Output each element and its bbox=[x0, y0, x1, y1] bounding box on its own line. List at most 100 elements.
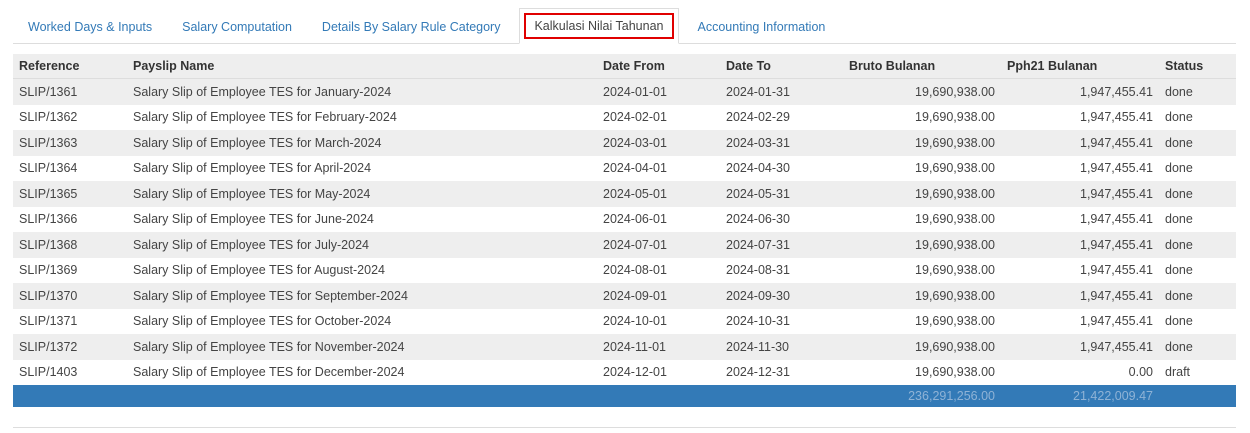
table-row[interactable]: SLIP/1368 Salary Slip of Employee TES for… bbox=[13, 232, 1236, 258]
cell-date-to: 2024-06-30 bbox=[720, 206, 843, 232]
total-pph21-bulanan: 21,422,009.47 bbox=[1001, 385, 1159, 407]
cell-date-to: 2024-03-31 bbox=[720, 130, 843, 156]
cell-pph21-bulanan: 1,947,455.41 bbox=[1001, 104, 1159, 130]
cell-date-to: 2024-12-31 bbox=[720, 359, 843, 385]
column-header-reference[interactable]: Reference bbox=[13, 54, 127, 79]
cell-payslip-name: Salary Slip of Employee TES for August-2… bbox=[127, 257, 597, 283]
totals-empty-cell bbox=[1159, 385, 1236, 407]
cell-bruto-bulanan: 19,690,938.00 bbox=[843, 283, 1001, 309]
tab-worked-days-inputs[interactable]: Worked Days & Inputs bbox=[13, 11, 167, 43]
cell-bruto-bulanan: 19,690,938.00 bbox=[843, 181, 1001, 207]
cell-status: done bbox=[1159, 181, 1236, 207]
cell-date-to: 2024-02-29 bbox=[720, 104, 843, 130]
cell-date-to: 2024-05-31 bbox=[720, 181, 843, 207]
cell-status: draft bbox=[1159, 359, 1236, 385]
cell-bruto-bulanan: 19,690,938.00 bbox=[843, 206, 1001, 232]
table-row[interactable]: SLIP/1370 Salary Slip of Employee TES for… bbox=[13, 283, 1236, 309]
cell-reference: SLIP/1366 bbox=[13, 206, 127, 232]
cell-date-from: 2024-06-01 bbox=[597, 206, 720, 232]
cell-pph21-bulanan: 1,947,455.41 bbox=[1001, 232, 1159, 258]
cell-status: done bbox=[1159, 283, 1236, 309]
cell-bruto-bulanan: 19,690,938.00 bbox=[843, 78, 1001, 105]
tab-details-by-salary-rule-category[interactable]: Details By Salary Rule Category bbox=[307, 11, 516, 43]
column-header-pph21-bulanan[interactable]: Pph21 Bulanan bbox=[1001, 54, 1159, 79]
cell-payslip-name: Salary Slip of Employee TES for May-2024 bbox=[127, 181, 597, 207]
cell-status: done bbox=[1159, 257, 1236, 283]
table-row[interactable]: SLIP/1362 Salary Slip of Employee TES for… bbox=[13, 104, 1236, 130]
cell-date-from: 2024-08-01 bbox=[597, 257, 720, 283]
table-row[interactable]: SLIP/1403 Salary Slip of Employee TES for… bbox=[13, 359, 1236, 385]
cell-date-to: 2024-08-31 bbox=[720, 257, 843, 283]
cell-pph21-bulanan: 1,947,455.41 bbox=[1001, 78, 1159, 105]
cell-bruto-bulanan: 19,690,938.00 bbox=[843, 104, 1001, 130]
cell-pph21-bulanan: 1,947,455.41 bbox=[1001, 155, 1159, 181]
cell-payslip-name: Salary Slip of Employee TES for July-202… bbox=[127, 232, 597, 258]
cell-reference: SLIP/1362 bbox=[13, 104, 127, 130]
table-row[interactable]: SLIP/1365 Salary Slip of Employee TES for… bbox=[13, 181, 1236, 207]
cell-status: done bbox=[1159, 206, 1236, 232]
tab-accounting-information[interactable]: Accounting Information bbox=[683, 11, 841, 43]
cell-date-to: 2024-09-30 bbox=[720, 283, 843, 309]
tab-salary-computation[interactable]: Salary Computation bbox=[167, 11, 307, 43]
cell-bruto-bulanan: 19,690,938.00 bbox=[843, 308, 1001, 334]
cell-reference: SLIP/1363 bbox=[13, 130, 127, 156]
cell-date-from: 2024-04-01 bbox=[597, 155, 720, 181]
cell-reference: SLIP/1365 bbox=[13, 181, 127, 207]
cell-payslip-name: Salary Slip of Employee TES for April-20… bbox=[127, 155, 597, 181]
cell-date-from: 2024-07-01 bbox=[597, 232, 720, 258]
cell-date-from: 2024-11-01 bbox=[597, 334, 720, 360]
cell-bruto-bulanan: 19,690,938.00 bbox=[843, 334, 1001, 360]
cell-pph21-bulanan: 1,947,455.41 bbox=[1001, 283, 1159, 309]
cell-reference: SLIP/1361 bbox=[13, 78, 127, 105]
cell-date-to: 2024-11-30 bbox=[720, 334, 843, 360]
table-body: SLIP/1361 Salary Slip of Employee TES for… bbox=[13, 78, 1236, 385]
cell-bruto-bulanan: 19,690,938.00 bbox=[843, 130, 1001, 156]
cell-status: done bbox=[1159, 78, 1236, 105]
cell-date-from: 2024-03-01 bbox=[597, 130, 720, 156]
cell-date-from: 2024-12-01 bbox=[597, 359, 720, 385]
column-header-date-to[interactable]: Date To bbox=[720, 54, 843, 79]
cell-date-to: 2024-04-30 bbox=[720, 155, 843, 181]
cell-pph21-bulanan: 0.00 bbox=[1001, 359, 1159, 385]
cell-reference: SLIP/1403 bbox=[13, 359, 127, 385]
cell-payslip-name: Salary Slip of Employee TES for January-… bbox=[127, 78, 597, 105]
payslip-annual-calculation-page: Worked Days & Inputs Salary Computation … bbox=[0, 0, 1250, 433]
tab-kalkulasi-nilai-tahunan-label: Kalkulasi Nilai Tahunan bbox=[524, 13, 674, 39]
cell-status: done bbox=[1159, 130, 1236, 156]
table-row[interactable]: SLIP/1372 Salary Slip of Employee TES for… bbox=[13, 334, 1236, 360]
cell-pph21-bulanan: 1,947,455.41 bbox=[1001, 130, 1159, 156]
cell-pph21-bulanan: 1,947,455.41 bbox=[1001, 334, 1159, 360]
cell-reference: SLIP/1370 bbox=[13, 283, 127, 309]
cell-status: done bbox=[1159, 232, 1236, 258]
cell-bruto-bulanan: 19,690,938.00 bbox=[843, 257, 1001, 283]
tab-kalkulasi-nilai-tahunan[interactable]: Kalkulasi Nilai Tahunan bbox=[519, 8, 679, 44]
cell-date-from: 2024-10-01 bbox=[597, 308, 720, 334]
cell-payslip-name: Salary Slip of Employee TES for October-… bbox=[127, 308, 597, 334]
annual-calculation-table: Reference Payslip Name Date From Date To… bbox=[13, 54, 1236, 407]
cell-payslip-name: Salary Slip of Employee TES for March-20… bbox=[127, 130, 597, 156]
cell-pph21-bulanan: 1,947,455.41 bbox=[1001, 181, 1159, 207]
cell-date-from: 2024-01-01 bbox=[597, 78, 720, 105]
table-row[interactable]: SLIP/1369 Salary Slip of Employee TES for… bbox=[13, 257, 1236, 283]
cell-status: done bbox=[1159, 308, 1236, 334]
totals-empty-cell bbox=[127, 385, 597, 407]
cell-bruto-bulanan: 19,690,938.00 bbox=[843, 232, 1001, 258]
totals-empty-cell bbox=[720, 385, 843, 407]
cell-pph21-bulanan: 1,947,455.41 bbox=[1001, 206, 1159, 232]
column-header-bruto-bulanan[interactable]: Bruto Bulanan bbox=[843, 54, 1001, 79]
cell-payslip-name: Salary Slip of Employee TES for December… bbox=[127, 359, 597, 385]
table-row[interactable]: SLIP/1364 Salary Slip of Employee TES for… bbox=[13, 155, 1236, 181]
table-row[interactable]: SLIP/1363 Salary Slip of Employee TES for… bbox=[13, 130, 1236, 156]
totals-empty-cell bbox=[597, 385, 720, 407]
cell-date-to: 2024-10-31 bbox=[720, 308, 843, 334]
column-header-payslip-name[interactable]: Payslip Name bbox=[127, 54, 597, 79]
totals-empty-cell bbox=[13, 385, 127, 407]
table-row[interactable]: SLIP/1366 Salary Slip of Employee TES for… bbox=[13, 206, 1236, 232]
column-header-status[interactable]: Status bbox=[1159, 54, 1236, 79]
cell-status: done bbox=[1159, 155, 1236, 181]
table-row[interactable]: SLIP/1361 Salary Slip of Employee TES for… bbox=[13, 78, 1236, 105]
column-header-date-from[interactable]: Date From bbox=[597, 54, 720, 79]
cell-date-to: 2024-01-31 bbox=[720, 78, 843, 105]
cell-bruto-bulanan: 19,690,938.00 bbox=[843, 155, 1001, 181]
table-row[interactable]: SLIP/1371 Salary Slip of Employee TES for… bbox=[13, 308, 1236, 334]
